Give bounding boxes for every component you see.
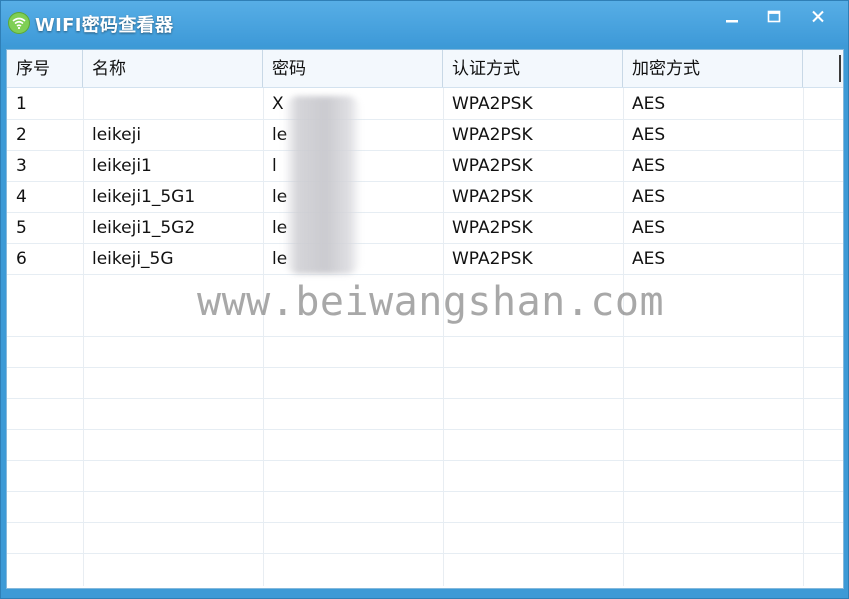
cell-name: leikeji xyxy=(92,125,142,145)
column-header-auth[interactable]: 认证方式 xyxy=(443,50,623,87)
cell-name: leikeji1_5G2 xyxy=(92,218,196,238)
window-title: WIFI密码查看器 xyxy=(35,15,174,36)
cell-index: 5 xyxy=(16,218,27,238)
cell-name: leikeji_5G xyxy=(92,249,174,269)
table-row[interactable]: 1 X WPA2PSK AES xyxy=(7,88,843,120)
close-icon xyxy=(812,10,824,23)
cell-auth: WPA2PSK xyxy=(452,156,533,176)
header-divider xyxy=(839,55,841,82)
maximize-icon xyxy=(767,10,781,23)
cell-index: 6 xyxy=(16,249,27,269)
grid-line xyxy=(7,336,843,337)
cell-encryption: AES xyxy=(632,249,666,269)
column-header-password[interactable]: 密码 xyxy=(263,50,443,87)
table-header: 序号 名称 密码 认证方式 加密方式 xyxy=(7,50,843,88)
cell-name: leikeji1_5G1 xyxy=(92,187,196,207)
grid-line xyxy=(7,460,843,461)
cell-encryption: AES xyxy=(632,187,666,207)
table-row[interactable]: 2 leikeji le WPA2PSK AES xyxy=(7,119,843,151)
grid-line xyxy=(7,491,843,492)
cell-name: leikeji1 xyxy=(92,156,152,176)
cell-index: 2 xyxy=(16,125,27,145)
minimize-button[interactable] xyxy=(710,1,754,33)
column-header-encryption[interactable]: 加密方式 xyxy=(623,50,803,87)
grid-line xyxy=(7,429,843,430)
maximize-button[interactable] xyxy=(752,1,796,33)
cell-encryption: AES xyxy=(632,156,666,176)
column-header-name[interactable]: 名称 xyxy=(83,50,263,87)
app-window: WIFI密码查看器 序号 名称 密码 认证方式 加密方式 1 X WPA2PSK… xyxy=(0,0,849,599)
cell-encryption: AES xyxy=(632,125,666,145)
table-row[interactable]: 5 leikeji1_5G2 le WPA2PSK AES xyxy=(7,212,843,244)
cell-index: 1 xyxy=(16,94,27,114)
grid-line xyxy=(7,398,843,399)
cell-auth: WPA2PSK xyxy=(452,249,533,269)
cell-auth: WPA2PSK xyxy=(452,94,533,114)
cell-name xyxy=(83,88,263,119)
cell-encryption: AES xyxy=(632,94,666,114)
cell-auth: WPA2PSK xyxy=(452,218,533,238)
minimize-icon xyxy=(726,20,738,23)
cell-index: 4 xyxy=(16,187,27,207)
cell-index: 3 xyxy=(16,156,27,176)
title-bar[interactable]: WIFI密码查看器 xyxy=(1,1,848,45)
cell-encryption: AES xyxy=(632,218,666,238)
grid-line xyxy=(7,367,843,368)
cell-auth: WPA2PSK xyxy=(452,125,533,145)
grid-line xyxy=(7,553,843,554)
table-row[interactable]: 4 leikeji1_5G1 le WPA2PSK AES xyxy=(7,181,843,213)
grid-line xyxy=(7,522,843,523)
column-header-index[interactable]: 序号 xyxy=(7,50,83,87)
cell-auth: WPA2PSK xyxy=(452,187,533,207)
table-row[interactable]: 3 leikeji1 l WPA2PSK AES xyxy=(7,150,843,182)
close-button[interactable] xyxy=(796,1,840,33)
password-blur-overlay xyxy=(284,96,361,274)
wifi-icon xyxy=(8,12,30,34)
table-row[interactable]: 6 leikeji_5G le WPA2PSK AES xyxy=(7,243,843,275)
watermark: www.beiwangshan.com xyxy=(197,279,665,325)
